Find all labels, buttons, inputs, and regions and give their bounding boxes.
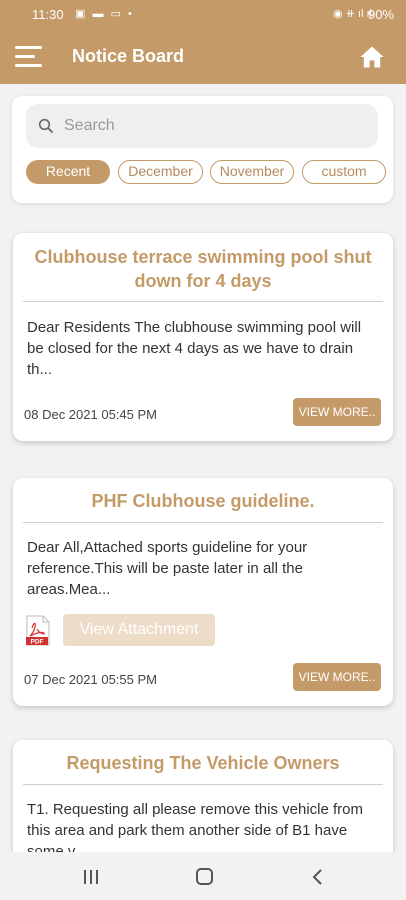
view-more-button[interactable]: VIEW MORE.. xyxy=(293,398,381,426)
view-more-button[interactable]: VIEW MORE.. xyxy=(293,663,381,691)
notice-date: 08 Dec 2021 05:45 PM xyxy=(24,407,157,422)
recent-apps-icon[interactable] xyxy=(82,869,100,885)
home-icon[interactable] xyxy=(358,43,386,71)
search-input[interactable]: Search xyxy=(26,104,378,148)
filter-card: Search Recent December November custom xyxy=(12,96,393,203)
notice-card[interactable]: PHF Clubhouse guideline. Dear All,Attach… xyxy=(13,478,393,706)
battery-level: 90% xyxy=(367,7,394,22)
signal-icons: ◉ ⧺ ıl ıl xyxy=(333,8,372,20)
page-title: Notice Board xyxy=(72,46,185,66)
filter-chip-recent[interactable]: Recent xyxy=(26,160,110,184)
status-time: 11:30 xyxy=(32,7,64,22)
filter-chip-december[interactable]: December xyxy=(118,160,203,184)
home-nav-icon[interactable] xyxy=(196,868,213,885)
notice-body: Dear Residents The clubhouse swimming po… xyxy=(27,319,362,378)
search-icon xyxy=(38,118,54,134)
notice-date: 07 Dec 2021 05:55 PM xyxy=(24,672,157,687)
divider xyxy=(23,301,383,302)
pdf-label: PDF xyxy=(31,639,44,646)
notice-title: PHF Clubhouse guideline. xyxy=(91,491,315,511)
menu-icon[interactable] xyxy=(15,46,42,68)
view-attachment-button[interactable]: View Attachment xyxy=(63,614,215,646)
system-nav-bar xyxy=(0,852,406,900)
divider xyxy=(23,522,383,523)
pdf-icon: PDF xyxy=(26,615,50,646)
search-placeholder: Search xyxy=(64,117,115,134)
notice-title: Requesting The Vehicle Owners xyxy=(66,753,340,773)
back-icon[interactable] xyxy=(310,868,326,886)
notice-body: Dear All,Attached sports guideline for y… xyxy=(27,539,308,598)
status-bar: 11:30 ▣ ▬ ▭ • ◉ ⧺ ıl ıl 90% xyxy=(0,0,406,30)
divider xyxy=(23,784,383,785)
notice-title: Clubhouse terrace swimming pool shut dow… xyxy=(34,247,372,291)
notification-icons: ▣ ▬ ▭ • xyxy=(75,8,134,20)
filter-chip-november[interactable]: November xyxy=(210,160,294,184)
app-bar: Notice Board xyxy=(0,30,406,84)
filter-chip-custom[interactable]: custom xyxy=(302,160,386,184)
notice-card[interactable]: Clubhouse terrace swimming pool shut dow… xyxy=(13,233,393,441)
